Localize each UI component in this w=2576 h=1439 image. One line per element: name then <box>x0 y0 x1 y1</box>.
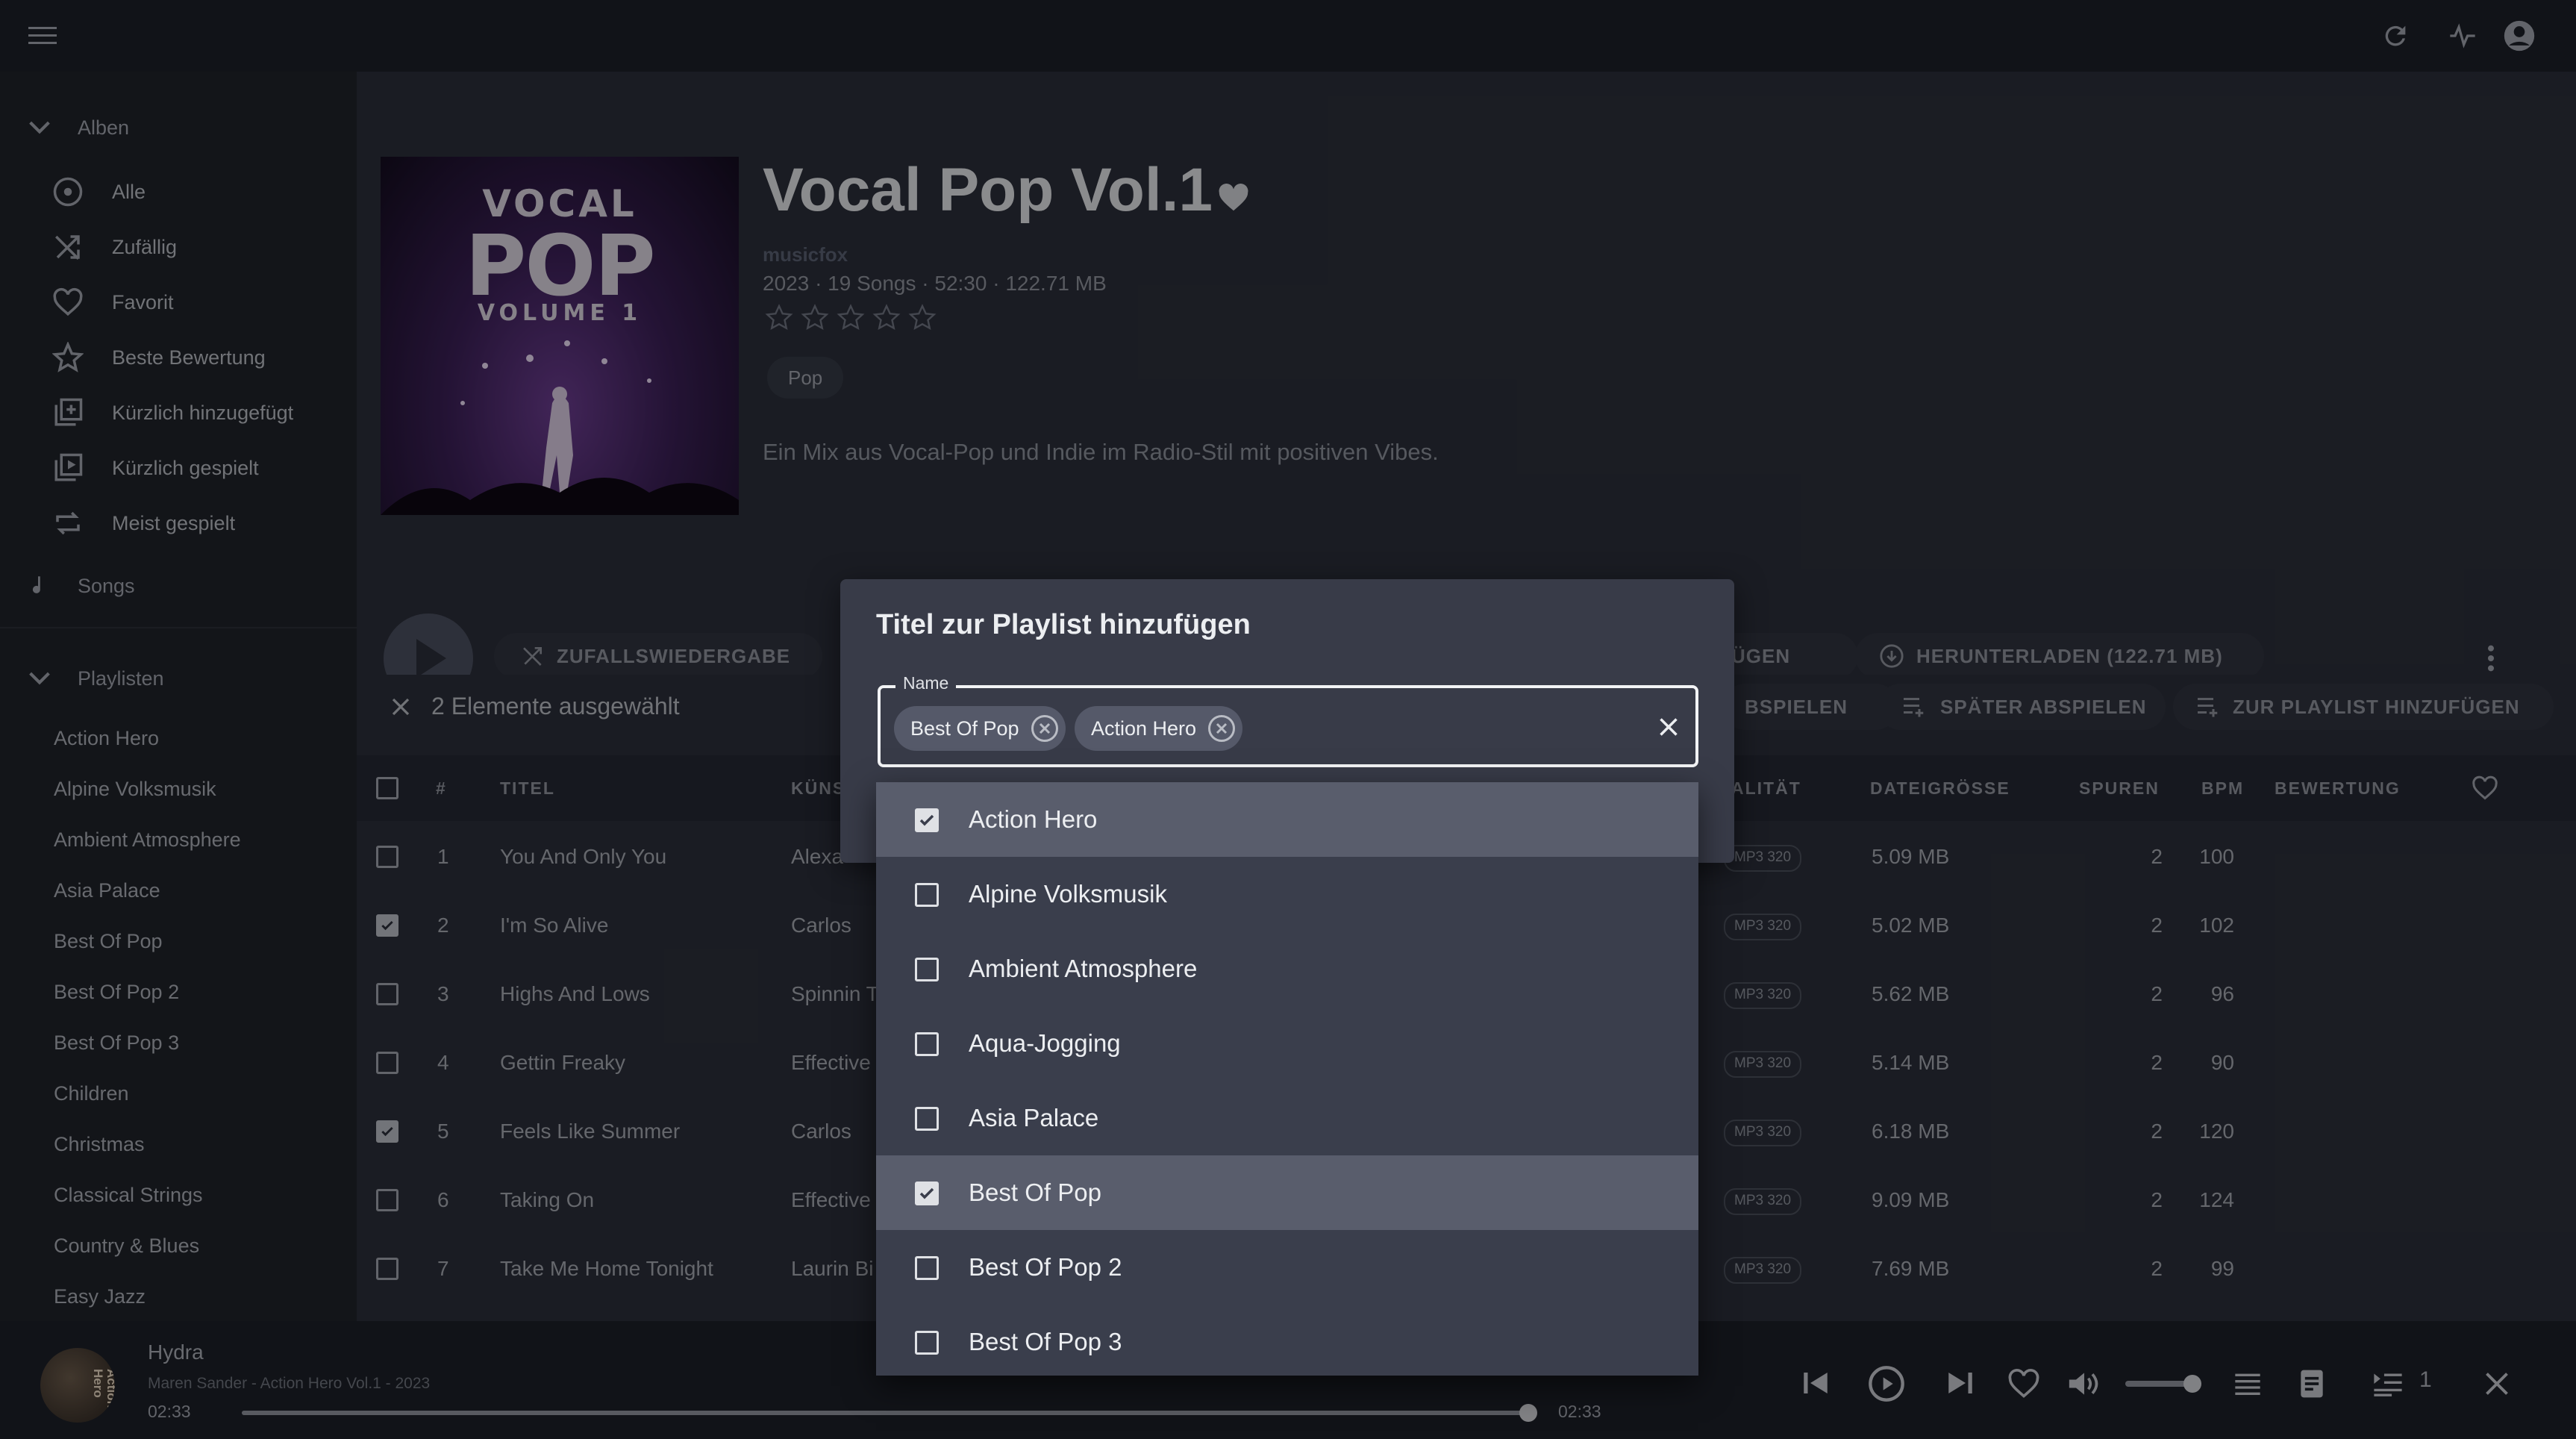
playlist-option[interactable]: Best Of Pop 2 <box>876 1230 1698 1305</box>
playlist-option[interactable]: Alpine Volksmusik <box>876 857 1698 931</box>
option-checkbox[interactable] <box>915 958 939 981</box>
selected-playlist-chip[interactable]: Best Of Pop <box>894 706 1066 751</box>
selected-playlist-chip[interactable]: Action Hero <box>1075 706 1243 751</box>
playlist-option[interactable]: Aqua-Jogging <box>876 1006 1698 1081</box>
option-checkbox[interactable] <box>915 883 939 907</box>
option-label: Aqua-Jogging <box>969 1029 1121 1057</box>
option-checkbox[interactable] <box>915 808 939 832</box>
field-label: Name <box>895 673 957 693</box>
option-label: Best Of Pop <box>969 1179 1101 1206</box>
playlist-option[interactable]: Asia Palace <box>876 1081 1698 1155</box>
option-label: Best Of Pop 3 <box>969 1328 1122 1355</box>
option-checkbox[interactable] <box>915 1107 939 1131</box>
option-checkbox[interactable] <box>915 1182 939 1205</box>
playlist-option[interactable]: Best Of Pop 3 <box>876 1305 1698 1379</box>
option-label: Asia Palace <box>969 1104 1099 1131</box>
option-checkbox[interactable] <box>915 1032 939 1056</box>
playlist-option[interactable]: Ambient Atmosphere <box>876 931 1698 1006</box>
chip-remove-icon[interactable] <box>1208 715 1236 742</box>
chip-remove-icon[interactable] <box>1031 715 1058 742</box>
playlist-option[interactable]: Best Of Pop <box>876 1155 1698 1230</box>
option-label: Action Hero <box>969 805 1098 833</box>
clear-field-icon[interactable] <box>1658 717 1679 737</box>
dialog-title: Titel zur Playlist hinzufügen <box>876 609 1251 640</box>
option-label: Alpine Volksmusik <box>969 880 1167 908</box>
option-checkbox[interactable] <box>915 1331 939 1355</box>
chip-label: Action Hero <box>1091 717 1197 740</box>
playlist-option[interactable]: Action Hero <box>876 782 1698 857</box>
option-label: Best Of Pop 2 <box>969 1253 1122 1281</box>
option-label: Ambient Atmosphere <box>969 955 1198 982</box>
chip-label: Best Of Pop <box>910 717 1019 740</box>
playlist-options-list: Action Hero Alpine Volksmusik Ambient Atmo… <box>876 782 1698 1376</box>
option-checkbox[interactable] <box>915 1256 939 1280</box>
